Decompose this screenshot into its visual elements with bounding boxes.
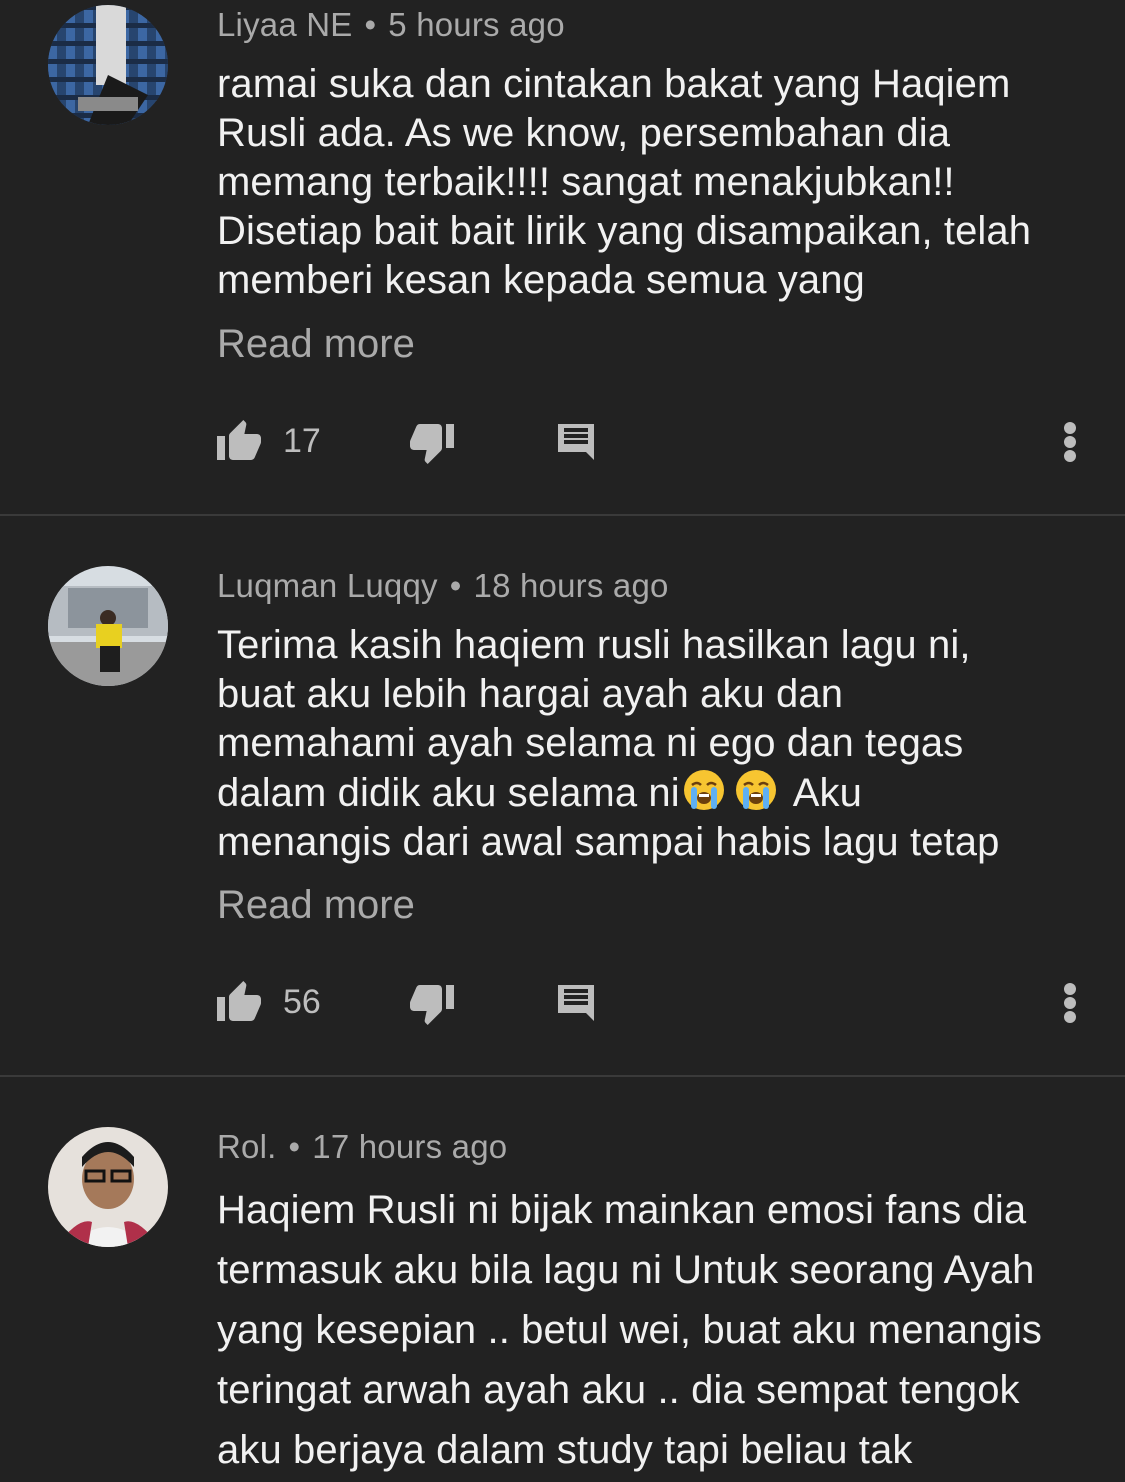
read-more-link[interactable]: Read more <box>217 883 415 928</box>
reply-icon <box>558 424 594 460</box>
comment-meta: Luqman Luqqy • 18 hours ago <box>217 567 669 605</box>
separator: • <box>364 6 377 43</box>
comment-time[interactable]: 17 hours ago <box>312 1128 507 1165</box>
dislike-button[interactable] <box>408 973 456 1033</box>
separator: • <box>449 567 462 604</box>
comment-line: Disetiap bait bait lirik yang disampaika… <box>217 209 1032 253</box>
more-options-button[interactable] <box>1050 973 1090 1033</box>
comment-time[interactable]: 5 hours ago <box>388 6 565 43</box>
comment-line: memberi kesan kepada semua yang <box>217 258 865 302</box>
author-name[interactable]: Rol. <box>217 1128 277 1165</box>
separator: • <box>288 1128 301 1165</box>
like-button[interactable] <box>215 973 263 1033</box>
avatar[interactable] <box>48 5 168 125</box>
comment-line: termasuk aku bila lagu ni Untuk seorang … <box>217 1248 1035 1292</box>
comment-line: buat aku lebih hargai ayah aku dan <box>217 672 844 716</box>
crying-face-emoji <box>683 770 724 810</box>
comment-item: Luqman Luqqy • 18 hours ago Terima kasih h… <box>0 516 1125 1076</box>
comment-actions: 17 <box>0 412 1125 472</box>
comment-line: menangis dari awal sampai habis lagu tet… <box>217 820 1000 864</box>
reply-button[interactable] <box>552 412 600 472</box>
like-count: 56 <box>283 983 321 1021</box>
comment-actions: 56 <box>0 973 1125 1033</box>
comment-line: memang terbaik!!!! sangat menakjubkan!! <box>217 160 955 204</box>
like-button[interactable] <box>215 412 263 472</box>
comment-feed: Liyaa NE • 5 hours ago ramai suka dan cint… <box>0 0 1125 1482</box>
comment-text: ramai suka dan cintakan bakat yang Haqie… <box>217 60 1097 305</box>
comment-line: Haqiem Rusli ni bijak mainkan emosi fans… <box>217 1188 1027 1232</box>
author-name[interactable]: Luqman Luqqy <box>217 567 438 604</box>
thumbs-up-icon <box>217 420 261 460</box>
comment-line: aku berjaya dalam study tapi beliau tak <box>217 1428 913 1472</box>
comment-meta: Rol. • 17 hours ago <box>217 1128 507 1166</box>
avatar[interactable] <box>48 1127 168 1247</box>
read-more-link[interactable]: Read more <box>217 322 415 367</box>
comment-text: Terima kasih haqiem rusli hasilkan lagu … <box>217 621 1097 867</box>
comment-line-with-emoji: dalam didik aku selama ni Aku <box>217 768 1097 818</box>
avatar[interactable] <box>48 566 168 686</box>
thumbs-down-icon <box>410 424 454 464</box>
comment-line: Terima kasih haqiem rusli hasilkan lagu … <box>217 623 971 667</box>
reply-icon <box>558 985 594 1021</box>
comment-text: Haqiem Rusli ni bijak mainkan emosi fans… <box>217 1180 1097 1480</box>
comment-line: teringat arwah ayah aku .. dia sempat te… <box>217 1368 1020 1412</box>
more-vert-icon <box>1064 983 1076 1023</box>
crying-face-emoji <box>735 770 776 810</box>
comment-meta: Liyaa NE • 5 hours ago <box>217 6 565 44</box>
comment-line: Rusli ada. As we know, persembahan dia <box>217 111 951 155</box>
comment-line: dalam didik aku selama ni <box>217 771 680 815</box>
thumbs-down-icon <box>410 985 454 1025</box>
like-count: 17 <box>283 422 321 460</box>
author-name[interactable]: Liyaa NE <box>217 6 353 43</box>
thumbs-up-icon <box>217 981 261 1021</box>
comment-item: Rol. • 17 hours ago Haqiem Rusli ni bijak … <box>0 1077 1125 1482</box>
more-vert-icon <box>1064 422 1076 462</box>
comment-line: yang kesepian .. betul wei, buat aku men… <box>217 1308 1043 1352</box>
comment-item: Liyaa NE • 5 hours ago ramai suka dan cint… <box>0 0 1125 516</box>
comment-time[interactable]: 18 hours ago <box>474 567 669 604</box>
more-options-button[interactable] <box>1050 412 1090 472</box>
dislike-button[interactable] <box>408 412 456 472</box>
comment-line-suffix: Aku <box>792 771 862 815</box>
reply-button[interactable] <box>552 973 600 1033</box>
comment-line: memahami ayah selama ni ego dan tegas <box>217 721 964 765</box>
comment-line: ramai suka dan cintakan bakat yang Haqie… <box>217 62 1011 106</box>
